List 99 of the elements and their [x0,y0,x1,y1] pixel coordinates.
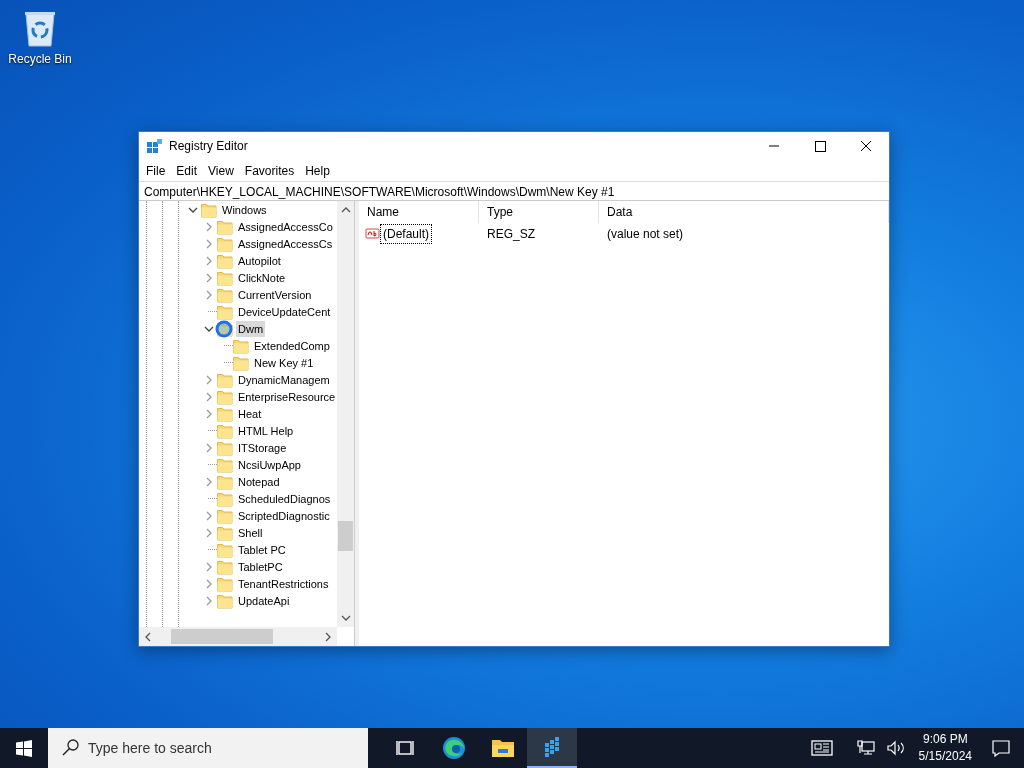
folder-icon [217,439,233,456]
registry-app-icon [146,138,163,154]
column-header[interactable]: Name [359,201,479,223]
expand-chevron-icon[interactable] [204,510,214,521]
folder-icon [233,337,249,354]
folder-icon [217,507,233,524]
search-icon [62,739,79,756]
tree-item[interactable]: Dwm [139,320,337,337]
menu-item[interactable]: View [203,161,240,180]
tree-item[interactable]: ScheduledDiagnos [139,490,337,507]
tree-item[interactable]: TenantRestrictions [139,575,337,592]
string-value-icon [365,226,381,242]
scrollbar-thumb[interactable] [171,629,273,644]
network-icon [856,740,875,756]
value-name[interactable]: (Default) [381,225,431,243]
task-view-icon [396,739,414,757]
folder-icon [217,371,233,388]
tree-item[interactable]: CurrentVersion [139,286,337,303]
menu-item[interactable]: Favorites [239,161,301,180]
windows-logo-icon [16,739,32,757]
folder-icon [217,269,233,286]
tree-item[interactable]: NcsiUwpApp [139,456,337,473]
scroll-right-icon[interactable] [324,631,332,642]
expand-chevron-icon[interactable] [204,476,214,487]
address-bar[interactable]: Computer\HKEY_LOCAL_MACHINE\SOFTWARE\Microsoft\Windows\Dwm\New Key #1 [139,181,889,201]
expand-chevron-icon[interactable] [204,255,214,266]
desktop-icon-label[interactable]: Recycle Bin [8,50,72,68]
folder-icon [217,388,233,405]
expand-chevron-icon[interactable] [204,289,214,300]
expand-chevron-icon[interactable] [204,578,214,589]
folder-icon [217,490,233,507]
folder-icon [217,592,233,609]
close-icon [860,140,872,152]
clock[interactable]: 9:06 PM 5/15/2024 [910,731,980,765]
folder-icon [217,558,233,575]
folder-icon [217,541,233,558]
taskbar-app[interactable] [527,728,577,768]
tree-item[interactable]: Tablet PC [139,541,337,558]
notification-icon [992,739,1010,757]
expand-chevron-icon[interactable] [204,527,214,538]
folder-icon [233,354,249,371]
tree-item[interactable]: DynamicManagem [139,371,337,388]
news-icon [810,739,833,757]
maximize-icon [814,140,826,152]
expand-chevron-icon[interactable] [204,238,214,249]
expand-chevron-icon[interactable] [204,408,214,419]
expand-chevron-icon[interactable] [204,221,214,232]
tree-item[interactable]: Heat [139,405,337,422]
tree-item[interactable]: AssignedAccessCo [139,218,337,235]
window-title: Registry Editor [169,138,248,155]
folder-icon [217,473,233,490]
tree-item[interactable]: ExtendedComp [139,337,337,354]
folder-icon [201,201,217,218]
column-header[interactable]: Data [599,201,889,223]
tree-item[interactable]: EnterpriseResource [139,388,337,405]
tree-item[interactable]: ScriptedDiagnostic [139,507,337,524]
tree-item[interactable]: Autopilot [139,252,337,269]
volume-icon [886,740,905,756]
tree-item[interactable]: New Key #1 [139,354,337,371]
scrollbar-thumb[interactable] [338,521,353,551]
folder-icon [217,456,233,473]
expand-chevron-icon[interactable] [204,391,214,402]
expand-chevron-icon[interactable] [204,561,214,572]
expand-chevron-icon[interactable] [204,272,214,283]
tree-item[interactable]: ITStorage [139,439,337,456]
folder-icon [217,286,233,303]
folder-icon [217,575,233,592]
expand-chevron-icon[interactable] [204,595,214,606]
tree-item[interactable]: Windows [139,201,337,218]
tree-item[interactable]: ClickNote [139,269,337,286]
browser-icon [442,736,466,760]
expand-chevron-icon[interactable] [204,442,214,453]
folder-icon [217,252,233,269]
expand-chevron-icon[interactable] [204,374,214,385]
tree-item[interactable]: UpdateApi [139,592,337,609]
value-data: (value not set) [606,226,684,243]
tree-item[interactable]: Notepad [139,473,337,490]
scroll-down-icon[interactable] [340,614,351,622]
tree-item[interactable]: AssignedAccessCs [139,235,337,252]
folder-icon [217,218,233,235]
tree-item[interactable]: TabletPC [139,558,337,575]
folder-icon [217,422,233,439]
scroll-up-icon[interactable] [340,206,351,214]
horizontal-scrollbar[interactable] [139,627,337,646]
menu-item[interactable]: File [141,161,172,180]
tree-item[interactable]: DeviceUpdateCent [139,303,337,320]
folder-icon [217,235,233,252]
menu-item[interactable]: Edit [171,161,204,180]
vertical-scrollbar[interactable] [337,201,354,627]
tree-item[interactable]: HTML Help [139,422,337,439]
folder-icon [217,405,233,422]
value-type: REG_SZ [486,226,536,243]
search-field[interactable]: Type here to search [48,728,368,768]
folder-icon [217,303,233,320]
scroll-left-icon[interactable] [144,631,152,642]
tree-item[interactable]: Shell [139,524,337,541]
menu-item[interactable]: Help [300,161,336,180]
folder-icon [217,524,233,541]
column-header[interactable]: Type [479,201,599,223]
